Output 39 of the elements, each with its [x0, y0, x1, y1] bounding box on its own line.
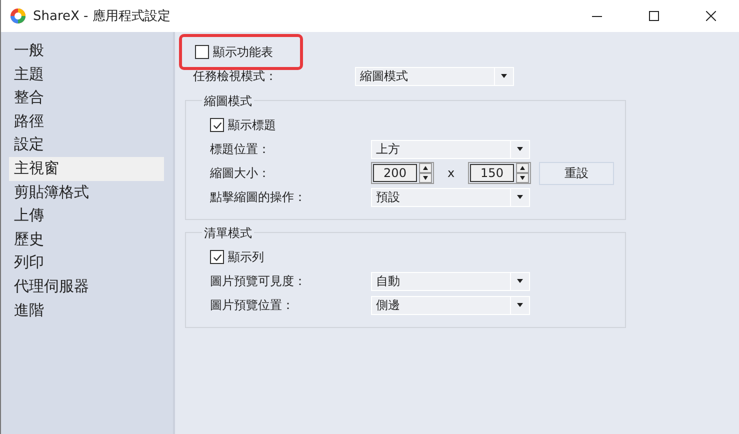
reset-button[interactable]: 重設	[539, 162, 614, 184]
field-label: 縮圖大小：	[210, 164, 271, 182]
task-view-label: 任務檢視模式：	[193, 68, 278, 84]
checkbox-option[interactable]: 顯示標題	[210, 113, 625, 137]
sidebar-item[interactable]: 剪貼簿格式	[9, 180, 164, 204]
field-label: 圖片預覽位置：	[210, 296, 295, 314]
sidebar-item[interactable]: 代理伺服器	[9, 274, 164, 299]
task-view-dropdown[interactable]: 縮圖模式	[355, 66, 514, 86]
times-sign: x	[446, 166, 456, 180]
sidebar-item[interactable]: 設定	[9, 133, 164, 157]
field-label: 圖片預覽可見度：	[210, 272, 307, 290]
field-label: 點擊縮圖的操作：	[210, 188, 307, 206]
sidebar-item[interactable]: 歷史	[9, 228, 164, 252]
sidebar-item[interactable]: 路徑	[9, 110, 164, 134]
dropdown[interactable]: 自動	[371, 272, 530, 290]
dropdown[interactable]: 上方	[371, 140, 530, 158]
sidebar-item[interactable]: 一般	[9, 39, 164, 63]
dropdown[interactable]: 預設	[371, 188, 530, 206]
width-spinner[interactable]: 200	[371, 162, 434, 184]
sidebar-item[interactable]: 列印	[9, 251, 164, 275]
checkbox[interactable]	[210, 250, 224, 264]
spin-arrows-icon[interactable]	[516, 163, 529, 183]
checkbox-option[interactable]: 顯示列	[210, 245, 625, 269]
sidebar-item[interactable]: 主題	[9, 62, 164, 86]
dropdown[interactable]: 側邊	[371, 296, 530, 314]
checkbox[interactable]	[210, 118, 224, 132]
sidebar-item[interactable]: 上傳	[9, 204, 164, 228]
field-label: 標題位置：	[210, 140, 271, 158]
spin-arrows-icon[interactable]	[419, 163, 432, 183]
checkbox[interactable]	[195, 45, 209, 59]
window-title: ShareX - 應用程式設定	[33, 8, 170, 25]
sidebar-item[interactable]: 主視窗	[9, 156, 164, 181]
app-logo-icon	[10, 8, 26, 24]
height-spinner[interactable]: 150	[468, 162, 531, 184]
sidebar-item[interactable]: 進階	[9, 298, 164, 322]
show-menu-checkbox[interactable]: 顯示功能表	[195, 44, 273, 60]
maximize-icon[interactable]	[649, 11, 659, 21]
close-icon[interactable]	[706, 11, 716, 21]
sidebar-item[interactable]: 整合	[9, 86, 164, 110]
